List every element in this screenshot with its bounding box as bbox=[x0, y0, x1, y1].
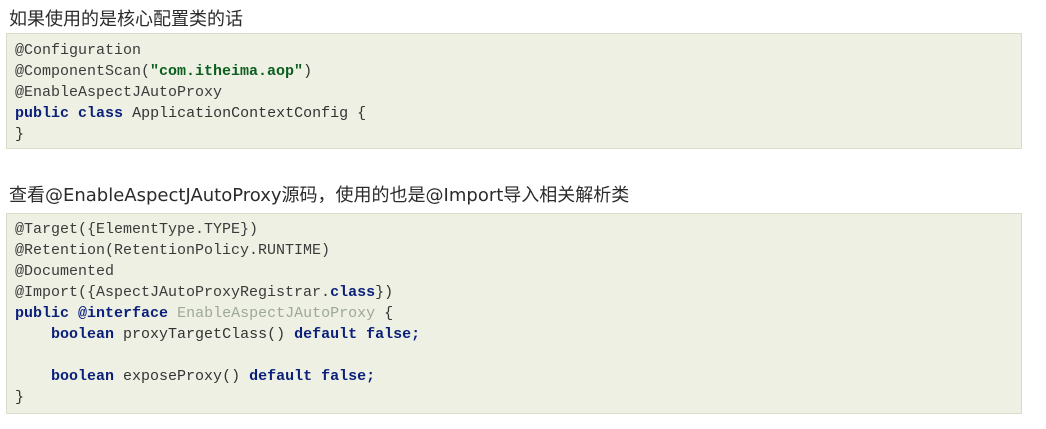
code-line: public class ApplicationContextConfig { bbox=[15, 103, 366, 124]
code-line: @Target({ElementType.TYPE}) bbox=[15, 221, 259, 238]
code-line: } bbox=[15, 389, 25, 406]
code-line: boolean proxyTargetClass() default false… bbox=[15, 324, 420, 345]
keyword: @interface bbox=[78, 305, 169, 322]
code-line: } bbox=[15, 126, 25, 143]
keyword: false; bbox=[366, 326, 421, 343]
code-line: @Documented bbox=[15, 263, 115, 280]
code-line: @ComponentScan("com.itheima.aop") bbox=[15, 61, 312, 82]
keyword: boolean bbox=[51, 326, 115, 343]
code-block-annotation-source: @Target({ElementType.TYPE}) @Retention(R… bbox=[6, 213, 1022, 414]
code-line: public @interface EnableAspectJAutoProxy… bbox=[15, 303, 393, 324]
section-heading-source: 查看@EnableAspectJAutoProxy源码，使用的也是@Import… bbox=[9, 185, 630, 206]
keyword: public bbox=[15, 105, 70, 122]
annotation-text: @ComponentScan( bbox=[15, 63, 151, 80]
keyword: boolean bbox=[51, 368, 115, 385]
section-heading-core-config: 如果使用的是核心配置类的话 bbox=[9, 9, 243, 30]
method-name: exposeProxy() bbox=[123, 368, 241, 385]
code-line: @Retention(RetentionPolicy.RUNTIME) bbox=[15, 242, 331, 259]
code-line: @Configuration bbox=[15, 42, 142, 59]
keyword: class bbox=[78, 105, 124, 122]
annotation-text: @Import({AspectJAutoProxyRegistrar. bbox=[15, 284, 331, 301]
keyword: false; bbox=[321, 368, 376, 385]
code-punct: }) bbox=[375, 284, 394, 301]
keyword: default bbox=[294, 326, 358, 343]
code-punct: ) bbox=[303, 63, 313, 80]
code-line: @EnableAspectJAutoProxy bbox=[15, 84, 223, 101]
code-line: @Import({AspectJAutoProxyRegistrar.class… bbox=[15, 282, 393, 303]
keyword: default bbox=[249, 368, 313, 385]
interface-name: EnableAspectJAutoProxy bbox=[177, 305, 376, 322]
method-name: proxyTargetClass() bbox=[123, 326, 286, 343]
class-name: ApplicationContextConfig { bbox=[132, 105, 367, 122]
code-block-config-class: @Configuration @ComponentScan("com.ithei… bbox=[6, 33, 1022, 149]
code-punct: { bbox=[384, 305, 394, 322]
string-literal: "com.itheima.aop" bbox=[150, 63, 304, 80]
code-line: boolean exposeProxy() default false; bbox=[15, 366, 375, 387]
keyword: public bbox=[15, 305, 70, 322]
keyword: class bbox=[330, 284, 376, 301]
